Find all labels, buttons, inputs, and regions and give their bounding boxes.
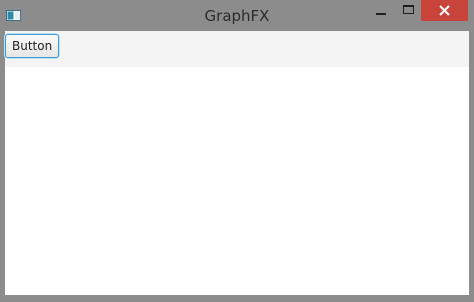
maximize-button[interactable] bbox=[396, 0, 420, 21]
minimize-button[interactable] bbox=[369, 0, 393, 21]
app-window: GraphFX Button bbox=[0, 0, 474, 302]
minimize-icon bbox=[376, 13, 386, 15]
close-button[interactable] bbox=[421, 0, 468, 21]
content-area: Button bbox=[5, 31, 469, 295]
maximize-icon bbox=[403, 5, 414, 14]
app-window-icon bbox=[6, 10, 21, 21]
title-bar[interactable]: GraphFX bbox=[0, 0, 474, 31]
close-icon bbox=[439, 5, 450, 16]
main-button[interactable]: Button bbox=[5, 34, 60, 58]
toolbar: Button bbox=[5, 31, 469, 67]
